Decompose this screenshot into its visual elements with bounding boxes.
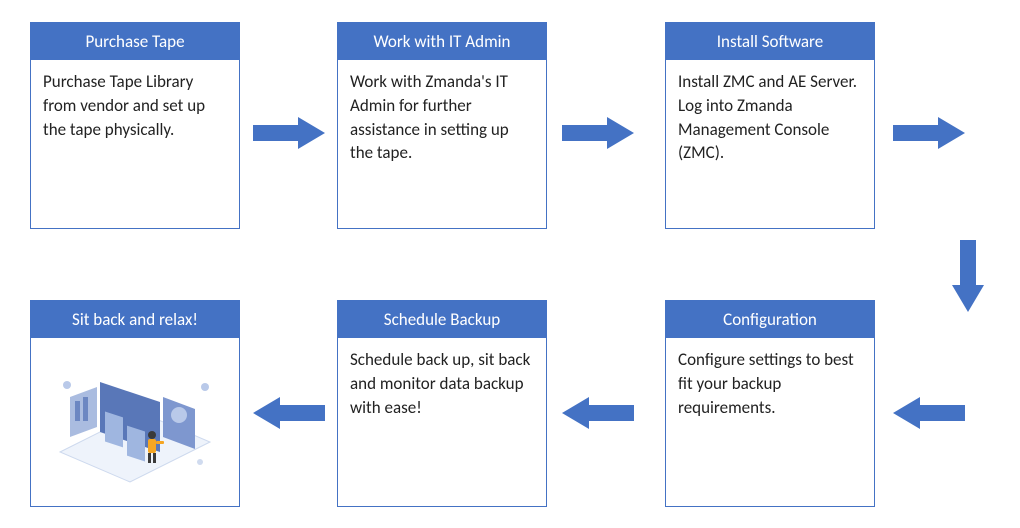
step-title: Schedule Backup (338, 301, 546, 338)
dashboard-illustration-icon (45, 357, 225, 487)
step-install-software: Install Software Install ZMC and AE Serv… (665, 22, 875, 229)
step-purchase-tape: Purchase Tape Purchase Tape Library from… (30, 22, 240, 229)
arrow-right-icon (253, 115, 325, 151)
step-it-admin: Work with IT Admin Work with Zmanda's IT… (337, 22, 547, 229)
arrow-right-icon (562, 115, 634, 151)
step-title: Work with IT Admin (338, 23, 546, 60)
step-desc: Install ZMC and AE Server. Log into Zman… (666, 60, 874, 228)
arrow-left-icon (253, 395, 325, 431)
step-desc: Purchase Tape Library from vendor and se… (31, 60, 239, 228)
step-relax: Sit back and relax! (30, 300, 240, 507)
step-desc (31, 338, 239, 506)
step-desc: Schedule back up, sit back and monitor d… (338, 338, 546, 506)
step-configuration: Configuration Configure settings to best… (665, 300, 875, 507)
arrow-left-icon (893, 395, 965, 431)
arrow-left-icon (562, 395, 634, 431)
step-desc: Work with Zmanda's IT Admin for further … (338, 60, 546, 228)
arrow-down-icon (950, 240, 986, 312)
step-desc: Configure settings to best fit your back… (666, 338, 874, 506)
step-title: Install Software (666, 23, 874, 60)
arrow-right-icon (893, 115, 965, 151)
step-title: Purchase Tape (31, 23, 239, 60)
step-title: Sit back and relax! (31, 301, 239, 338)
step-title: Configuration (666, 301, 874, 338)
step-schedule-backup: Schedule Backup Schedule back up, sit ba… (337, 300, 547, 507)
